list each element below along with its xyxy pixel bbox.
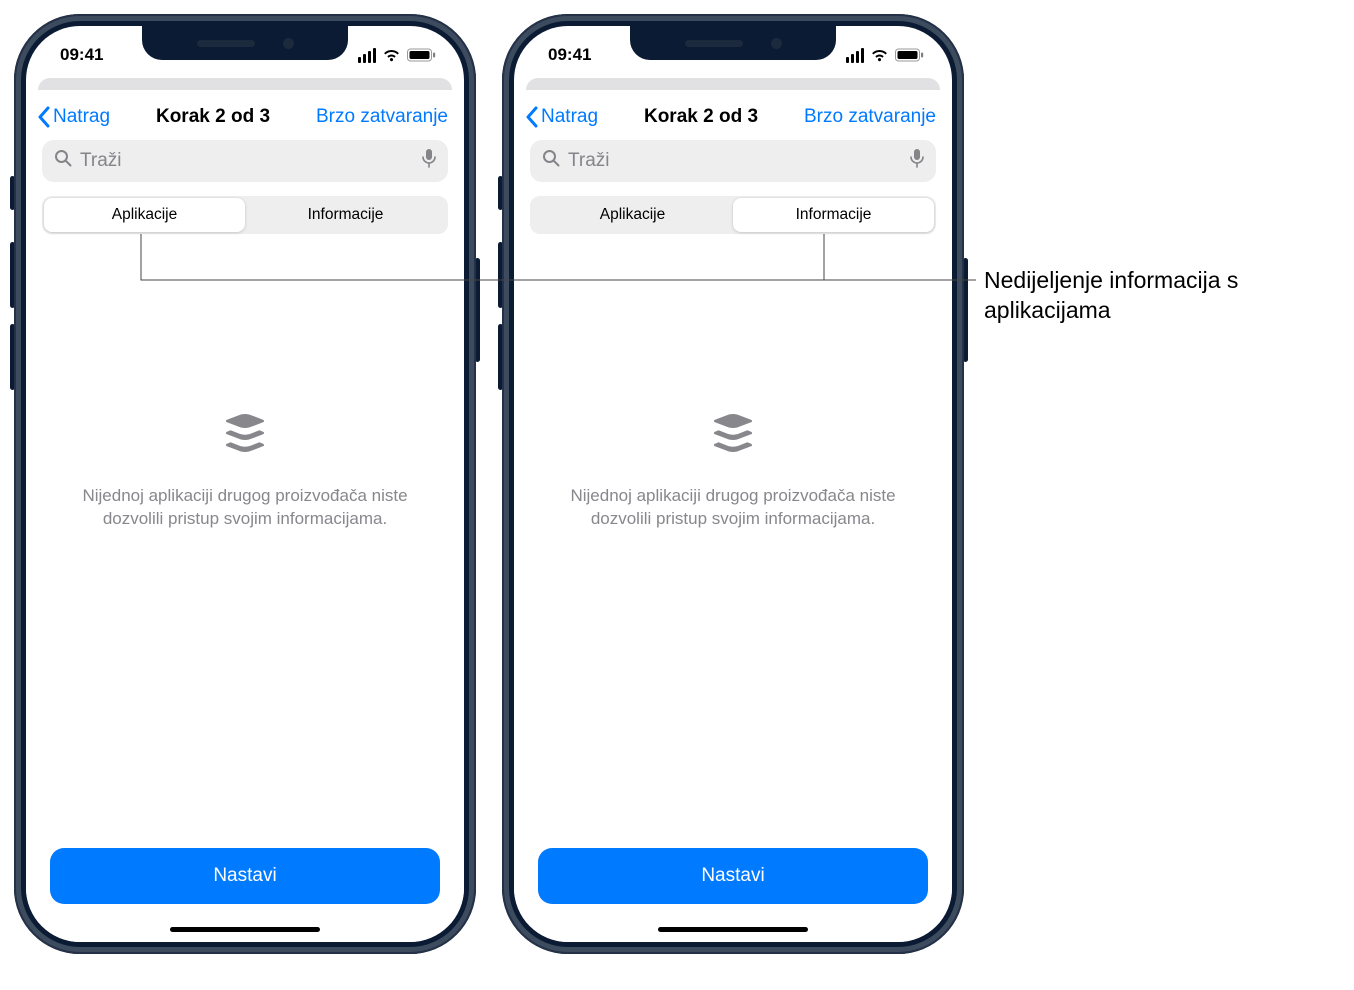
callout-leader-lines xyxy=(0,0,1354,990)
callout-text: Nedijeljenje informacija s aplikacijama xyxy=(984,266,1344,326)
